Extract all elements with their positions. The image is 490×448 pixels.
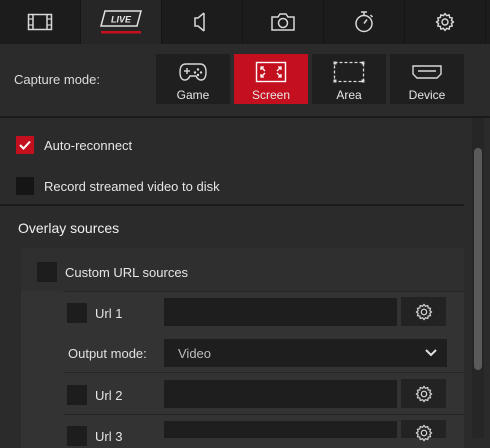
gear-icon	[435, 12, 455, 32]
record-to-disk-checkbox[interactable]	[16, 177, 34, 195]
capture-mode-row: Capture mode: Game Screen Area Device	[0, 44, 490, 116]
auto-reconnect-option[interactable]: Auto-reconnect	[16, 136, 132, 154]
capture-mode-screen-button[interactable]: Screen	[234, 54, 308, 104]
url-3-settings-button[interactable]	[401, 420, 446, 442]
gear-icon	[415, 303, 432, 320]
tab-screenshot[interactable]	[243, 0, 324, 44]
divider	[0, 116, 490, 118]
overlay-sources-title: Overlay sources	[18, 220, 120, 236]
url-3-option[interactable]: Url 3	[67, 426, 122, 446]
output-mode-select[interactable]: Video	[164, 339, 447, 367]
speaker-icon	[194, 12, 205, 32]
area-select-icon	[333, 61, 365, 83]
capture-mode-area-button[interactable]: Area	[312, 54, 386, 104]
capture-mode-label: Capture mode:	[14, 72, 100, 87]
url-2-input[interactable]	[164, 380, 397, 408]
url-1-input[interactable]	[164, 298, 397, 326]
url-2-label: Url 2	[95, 387, 123, 403]
tab-audio[interactable]	[162, 0, 243, 44]
gear-icon	[415, 424, 432, 442]
auto-reconnect-label: Auto-reconnect	[44, 137, 133, 153]
live-label: LIVE	[111, 15, 132, 25]
auto-reconnect-checkbox[interactable]	[16, 136, 34, 154]
capture-mode-device-label: Device	[408, 88, 446, 102]
hdmi-icon	[412, 65, 442, 79]
chevron-down-icon	[425, 349, 437, 357]
capture-mode-game-button[interactable]: Game	[156, 54, 230, 104]
url-1-label: Url 1	[95, 305, 123, 321]
tab-recordings[interactable]	[0, 0, 81, 44]
url-1-option[interactable]: Url 1	[67, 303, 122, 323]
live-icon: LIVE	[100, 10, 142, 34]
url-3-label: Url 3	[95, 428, 123, 444]
output-mode-label: Output mode:	[68, 346, 147, 361]
record-to-disk-label: Record streamed video to disk	[44, 178, 220, 194]
custom-url-option[interactable]: Custom URL sources	[37, 262, 188, 282]
tab-settings[interactable]	[405, 0, 486, 44]
screen-expand-icon	[255, 61, 287, 83]
custom-url-checkbox[interactable]	[37, 262, 57, 282]
top-tab-bar: LIVE	[0, 0, 490, 44]
tab-live[interactable]: LIVE	[81, 0, 162, 44]
url-1-checkbox[interactable]	[67, 303, 87, 323]
camera-icon	[271, 13, 295, 31]
url-3-checkbox[interactable]	[67, 426, 87, 446]
tab-timer[interactable]	[324, 0, 405, 44]
url-3-input[interactable]	[164, 421, 397, 438]
checkmark-icon	[19, 140, 31, 150]
capture-mode-device-button[interactable]: Device	[390, 54, 464, 104]
capture-mode-area-label: Area	[336, 88, 362, 102]
scrollbar-thumb[interactable]	[474, 148, 482, 370]
row-separator	[63, 291, 464, 292]
film-icon	[27, 13, 53, 31]
url-1-settings-button[interactable]	[401, 297, 446, 326]
url-2-option[interactable]: Url 2	[67, 385, 122, 405]
gear-icon	[415, 385, 432, 402]
url-2-settings-button[interactable]	[401, 379, 446, 408]
capture-mode-screen-label: Screen	[251, 88, 291, 102]
record-to-disk-option[interactable]: Record streamed video to disk	[16, 177, 220, 195]
custom-url-label: Custom URL sources	[65, 264, 189, 280]
divider	[0, 204, 464, 206]
stopwatch-icon	[355, 11, 374, 33]
output-mode-value: Video	[178, 345, 212, 361]
capture-mode-game-label: Game	[176, 88, 210, 102]
gamepad-icon	[179, 63, 207, 81]
row-separator	[63, 372, 464, 373]
url-2-checkbox[interactable]	[67, 385, 87, 405]
row-separator	[63, 414, 464, 415]
